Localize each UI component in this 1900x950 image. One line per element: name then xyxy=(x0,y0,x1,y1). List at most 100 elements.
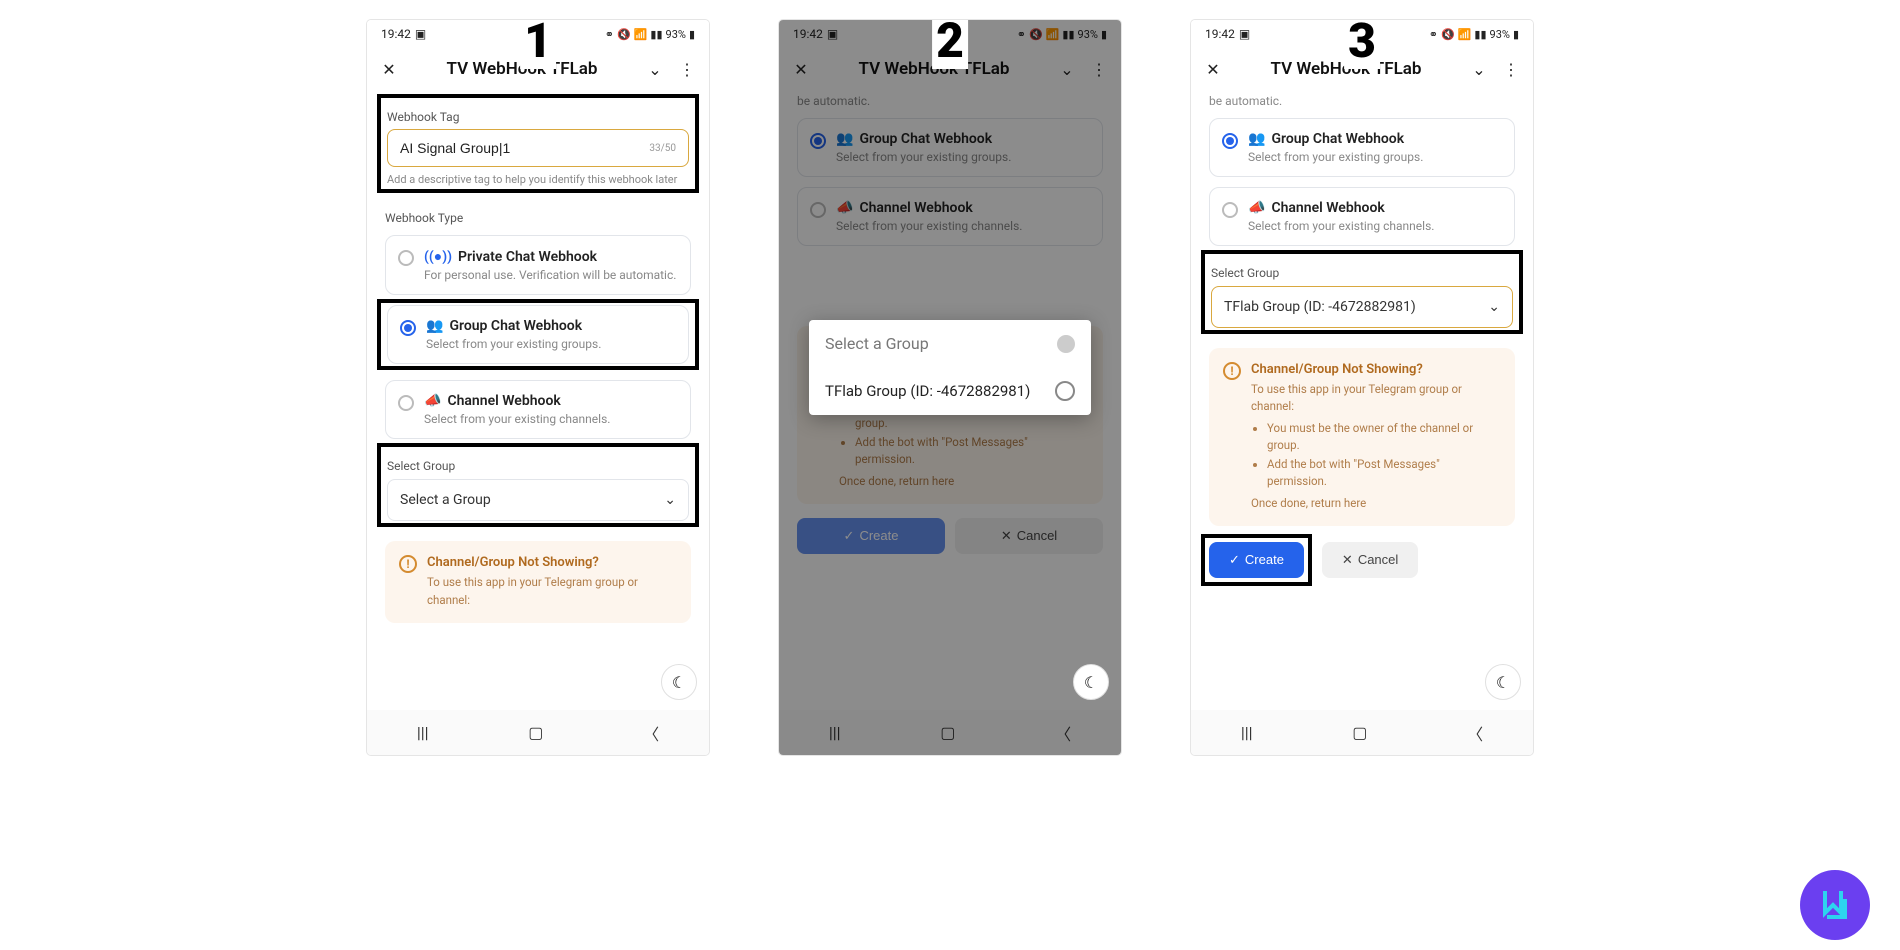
webhook-tag-input[interactable] xyxy=(400,140,649,156)
nav-bar: ||| ▢ 〈 xyxy=(1191,710,1533,755)
radio-channel[interactable] xyxy=(810,202,826,218)
nav-recents-icon[interactable]: ||| xyxy=(1241,723,1253,742)
cancel-button[interactable]: ✕ Cancel xyxy=(955,518,1103,554)
theme-toggle-button[interactable]: ☾ xyxy=(1485,664,1521,700)
highlight-select-group: Select Group TFlab Group (ID: -467288298… xyxy=(1201,250,1523,334)
signal-icon: ▮▮ xyxy=(1062,28,1074,41)
theme-toggle-button[interactable]: ☾ xyxy=(1073,664,1109,700)
megaphone-icon: 📣 xyxy=(424,393,441,409)
create-label: Create xyxy=(859,528,898,543)
option-group-chat[interactable]: 👥 Group Chat Webhook Select from your exi… xyxy=(1209,118,1515,177)
group-icon: 👥 xyxy=(1248,131,1265,147)
vpn-icon: ⚭ xyxy=(605,28,614,41)
vpn-icon: ⚭ xyxy=(1429,28,1438,41)
theme-toggle-button[interactable]: ☾ xyxy=(661,664,697,700)
option-channel-title: Channel Webhook xyxy=(447,393,560,409)
option-group-title: Group Chat Webhook xyxy=(859,131,992,147)
warning-title: Channel/Group Not Showing? xyxy=(1251,362,1501,377)
popup-item-label: TFlab Group (ID: -4672882981) xyxy=(825,382,1030,400)
option-channel-desc: Select from your existing channels. xyxy=(1248,219,1502,233)
option-channel-title: Channel Webhook xyxy=(859,200,972,216)
webhook-tag-label: Webhook Tag xyxy=(387,110,689,124)
truncated-private-desc: be automatic. xyxy=(1209,94,1515,108)
radio-disabled-icon xyxy=(1057,335,1075,353)
mute-icon: 🔇 xyxy=(1029,28,1043,41)
nav-recents-icon[interactable]: ||| xyxy=(829,723,841,742)
select-group-dropdown[interactable]: Select a Group ⌄ xyxy=(387,479,689,521)
close-icon[interactable]: ✕ xyxy=(1201,57,1225,81)
webhook-type-label: Webhook Type xyxy=(385,211,691,225)
step-number: 3 xyxy=(1344,20,1380,69)
popup-header: Select a Group xyxy=(809,320,1091,367)
option-channel[interactable]: 📣 Channel Webhook Select from your existi… xyxy=(797,187,1103,246)
chevron-down-icon[interactable]: ⌄ xyxy=(643,57,667,81)
nav-home-icon[interactable]: ▢ xyxy=(528,723,543,742)
battery-pct: 93% xyxy=(666,28,686,41)
battery-pct: 93% xyxy=(1490,28,1510,41)
more-icon[interactable]: ⋮ xyxy=(1499,57,1523,81)
nav-recents-icon[interactable]: ||| xyxy=(417,723,429,742)
nav-bar: ||| ▢ 〈 xyxy=(779,710,1121,755)
radio-group[interactable] xyxy=(810,133,826,149)
close-icon[interactable]: ✕ xyxy=(377,57,401,81)
option-channel-desc: Select from your existing channels. xyxy=(424,412,678,426)
nav-back-icon[interactable]: 〈 xyxy=(1055,721,1071,745)
create-button[interactable]: ✓ Create xyxy=(797,518,945,554)
more-icon[interactable]: ⋮ xyxy=(675,57,699,81)
option-channel[interactable]: 📣 Channel Webhook Select from your existi… xyxy=(385,380,691,439)
moon-icon: ☾ xyxy=(1496,673,1510,692)
warning-li-owner: You must be the owner of the channel or … xyxy=(1267,420,1501,455)
close-icon[interactable]: ✕ xyxy=(789,57,813,81)
popup-radio[interactable] xyxy=(1055,381,1075,401)
chevron-down-icon[interactable]: ⌄ xyxy=(1055,57,1079,81)
battery-pct: 93% xyxy=(1078,28,1098,41)
radio-channel[interactable] xyxy=(398,395,414,411)
nav-home-icon[interactable]: ▢ xyxy=(1352,723,1367,742)
chevron-down-icon[interactable]: ⌄ xyxy=(1467,57,1491,81)
select-group-label: Select Group xyxy=(387,459,689,473)
battery-icon: ▮ xyxy=(689,28,695,41)
create-button[interactable]: ✓ Create xyxy=(1209,542,1304,578)
group-select-popup: Select a Group TFlab Group (ID: -4672882… xyxy=(809,320,1091,415)
popup-item-tflab[interactable]: TFlab Group (ID: -4672882981) xyxy=(809,367,1091,415)
moon-icon: ☾ xyxy=(1084,673,1098,692)
option-channel[interactable]: 📣Channel Webhook Select from your existi… xyxy=(1209,187,1515,246)
nav-back-icon[interactable]: 〈 xyxy=(643,721,659,745)
check-icon: ✓ xyxy=(1229,552,1240,568)
warning-intro: To use this app in your Telegram group o… xyxy=(427,574,677,609)
option-private-chat[interactable]: ((●))Private Chat Webhook For personal u… xyxy=(385,235,691,295)
highlight-webhook-tag: Webhook Tag 33/50 Add a descriptive tag … xyxy=(377,94,699,193)
step-number: 1 xyxy=(520,20,556,69)
moon-icon: ☾ xyxy=(672,673,686,692)
chevron-down-icon: ⌄ xyxy=(664,492,676,508)
check-icon: ✓ xyxy=(844,528,855,544)
nav-home-icon[interactable]: ▢ xyxy=(940,723,955,742)
option-private-title: Private Chat Webhook xyxy=(458,249,597,265)
option-group-chat[interactable]: 👥Group Chat Webhook Select from your exi… xyxy=(797,118,1103,177)
status-time: 19:42 xyxy=(793,27,823,41)
select-group-placeholder: Select a Group xyxy=(400,492,491,508)
radio-private[interactable] xyxy=(398,250,414,266)
radio-channel[interactable] xyxy=(1222,202,1238,218)
option-group-title: Group Chat Webhook xyxy=(1271,131,1404,147)
group-icon: 👥 xyxy=(426,318,443,334)
megaphone-icon: 📣 xyxy=(836,200,853,216)
option-group-desc: Select from your existing groups. xyxy=(426,337,676,351)
option-group-chat[interactable]: 👥Group Chat Webhook Select from your exi… xyxy=(387,305,689,364)
radio-group[interactable] xyxy=(1222,133,1238,149)
nav-back-icon[interactable]: 〈 xyxy=(1467,721,1483,745)
webhook-tag-input-box[interactable]: 33/50 xyxy=(387,129,689,167)
radio-group[interactable] xyxy=(400,320,416,336)
select-group-dropdown[interactable]: TFlab Group (ID: -4672882981) ⌄ xyxy=(1211,286,1513,328)
phone-screen-2: 2 19:42 ▣ ⚭ 🔇 📶 ▮▮ 93% ▮ ✕ TV WebHook TF… xyxy=(779,20,1121,755)
logo-icon xyxy=(1815,885,1855,925)
more-icon[interactable]: ⋮ xyxy=(1087,57,1111,81)
phone-screen-3: 3 19:42 ▣ ⚭ 🔇 📶 ▮▮ 93% ▮ ✕ TV WebHook TF… xyxy=(1191,20,1533,755)
cancel-button[interactable]: ✕ Cancel xyxy=(1322,542,1418,578)
option-group-desc: Select from your existing groups. xyxy=(1248,150,1502,164)
warning-done: Once done, return here xyxy=(1251,496,1366,510)
warning-done: Once done, return here xyxy=(839,474,954,488)
option-channel-desc: Select from your existing channels. xyxy=(836,219,1090,233)
char-count: 33/50 xyxy=(649,143,676,154)
broadcast-icon: ((●)) xyxy=(424,248,452,265)
